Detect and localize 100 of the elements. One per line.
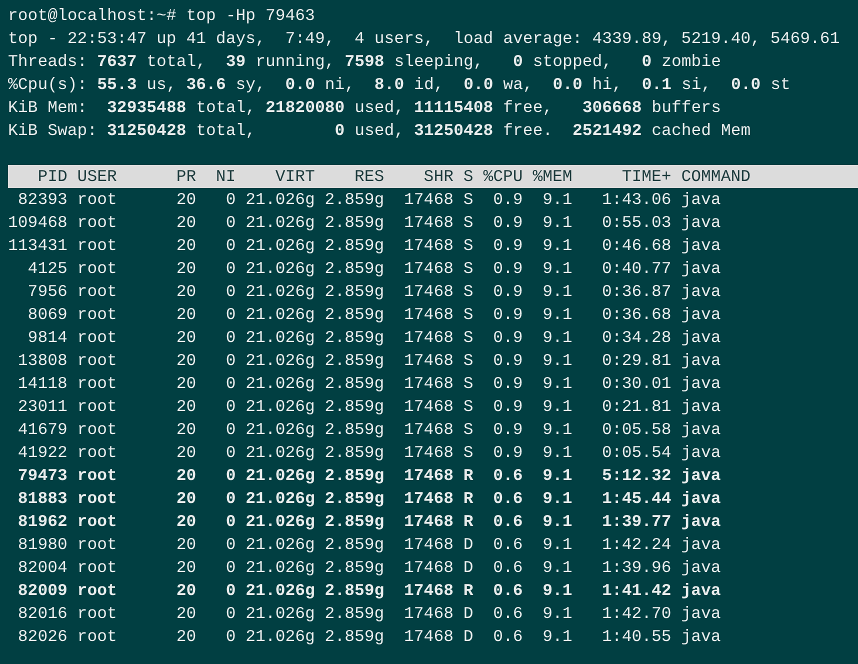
table-cell-text: 0:36.87 xyxy=(601,281,672,303)
table-cell-text: 9.1 xyxy=(542,465,572,487)
table-cell-text: root xyxy=(76,534,118,556)
table-cell-text: 2.859g xyxy=(324,212,384,234)
table-cell-text: 0 xyxy=(224,373,236,395)
table-cell-text: 0.6 xyxy=(492,465,523,487)
table-cell-text: 0 xyxy=(224,580,236,602)
table-cell-text: 0.9 xyxy=(492,281,523,303)
table-cell-text: 2.859g xyxy=(324,281,384,303)
table-cell-text: root xyxy=(76,465,118,487)
table-cell-text: java xyxy=(680,557,721,579)
table-cell-text: 0 xyxy=(224,396,236,418)
table-cell-text: 0.6 xyxy=(492,603,523,625)
column-header: TIME+ xyxy=(620,166,672,188)
table-cell-text: 2.859g xyxy=(324,189,384,211)
table-cell-text: 0.6 xyxy=(492,557,523,579)
table-cell-text: 20 xyxy=(175,511,196,533)
table-cell-text: S xyxy=(462,189,474,211)
table-cell-text: 17468 xyxy=(403,557,454,579)
table-cell-text: 21.026g xyxy=(244,189,315,211)
table-cell-text: root xyxy=(76,281,118,303)
table-cell-text: 21.026g xyxy=(244,327,315,349)
table-cell-text: 2.859g xyxy=(324,396,384,418)
table-cell-text: 9.1 xyxy=(542,281,572,303)
table-cell-text: 2.859g xyxy=(324,557,384,579)
table-cell-text: S xyxy=(462,419,474,441)
table-cell-text: 9.1 xyxy=(542,327,572,349)
table-cell-text: 9.1 xyxy=(542,373,572,395)
table-cell-text: 9.1 xyxy=(542,442,572,464)
table-cell-text: java xyxy=(680,235,721,257)
table-cell-text: 17468 xyxy=(403,419,454,441)
table-cell-text: 81980 xyxy=(16,534,68,556)
table-cell-text: java xyxy=(680,189,721,211)
table-cell-text: root xyxy=(76,419,118,441)
table-cell-text: 17468 xyxy=(403,511,454,533)
table-cell-text: 1:42.70 xyxy=(601,603,672,625)
table-cell-text: 21.026g xyxy=(244,488,315,510)
summary-line: %Cpu(s): 55.3 us, 36.6 sy, 0.0 ni, 8.0 id, 0.0 wa, 0.0 hi, 0.1 si, 0.0 st xyxy=(8,74,792,96)
table-cell-text: S xyxy=(462,350,474,372)
table-cell-text: 1:45.44 xyxy=(601,488,672,510)
column-header: S xyxy=(462,166,474,188)
table-cell-text: 2.859g xyxy=(324,350,384,372)
table-cell-text: root xyxy=(76,511,118,533)
table-cell-text: 9.1 xyxy=(542,488,572,510)
table-cell-text: java xyxy=(680,212,721,234)
table-cell-text: java xyxy=(680,304,721,326)
table-cell-text: java xyxy=(680,580,721,602)
table-cell-text: 0 xyxy=(224,442,236,464)
table-cell-text: 2.859g xyxy=(324,465,384,487)
table-cell-text: java xyxy=(680,419,721,441)
column-header: PR xyxy=(175,166,196,188)
table-cell-text: 0 xyxy=(224,350,236,372)
table-cell-text: 21.026g xyxy=(244,281,315,303)
table-cell-text: 17468 xyxy=(403,396,454,418)
table-cell-text: 0.9 xyxy=(492,189,523,211)
table-cell-text: 2.859g xyxy=(324,327,384,349)
table-cell-text: 0.6 xyxy=(492,626,523,648)
table-cell-text: S xyxy=(462,212,474,234)
table-cell-text: 21.026g xyxy=(244,534,315,556)
table-cell-text: 9.1 xyxy=(542,603,572,625)
table-cell-text: 1:42.24 xyxy=(601,534,672,556)
table-cell-text: 0 xyxy=(224,557,236,579)
table-cell-text: 21.026g xyxy=(244,442,315,464)
table-cell-text: 20 xyxy=(175,212,196,234)
table-cell-text: java xyxy=(680,281,721,303)
table-cell-text: 0 xyxy=(224,626,236,648)
column-header: VIRT xyxy=(274,166,315,188)
table-cell-text: S xyxy=(462,396,474,418)
table-cell-text: 0.9 xyxy=(492,212,523,234)
table-cell-text: 17468 xyxy=(403,189,454,211)
table-cell-text: 20 xyxy=(175,304,196,326)
table-cell-text: 17468 xyxy=(403,488,454,510)
table-cell-text: 1:39.77 xyxy=(601,511,672,533)
table-cell-text: 21.026g xyxy=(244,626,315,648)
table-cell-text: D xyxy=(462,603,474,625)
table-cell-text: root xyxy=(76,580,118,602)
table-cell-text: R xyxy=(462,580,474,602)
table-cell-text: 2.859g xyxy=(324,488,384,510)
table-cell-text: java xyxy=(680,465,721,487)
column-header: PID xyxy=(36,166,68,188)
table-cell-text: 113431 xyxy=(8,235,68,257)
table-cell-text: 21.026g xyxy=(244,373,315,395)
table-cell-text: 13808 xyxy=(16,350,68,372)
table-cell-text: 0:36.68 xyxy=(601,304,672,326)
table-cell-text: 0.9 xyxy=(492,373,523,395)
table-cell-text: java xyxy=(680,258,721,280)
table-cell-text: 2.859g xyxy=(324,626,384,648)
table-cell-text: root xyxy=(76,189,118,211)
table-cell-text: 20 xyxy=(175,442,196,464)
table-cell-text: 20 xyxy=(175,465,196,487)
table-cell-text: 0:46.68 xyxy=(601,235,672,257)
table-cell-text: 21.026g xyxy=(244,212,315,234)
table-cell-text: 0 xyxy=(224,603,236,625)
table-cell-text: 82016 xyxy=(16,603,68,625)
table-cell-text: 17468 xyxy=(403,442,454,464)
table-cell-text: 17468 xyxy=(403,603,454,625)
table-cell-text: 0 xyxy=(224,189,236,211)
table-cell-text: 17468 xyxy=(403,212,454,234)
table-cell-text: S xyxy=(462,281,474,303)
table-cell-text: 8069 xyxy=(26,304,68,326)
